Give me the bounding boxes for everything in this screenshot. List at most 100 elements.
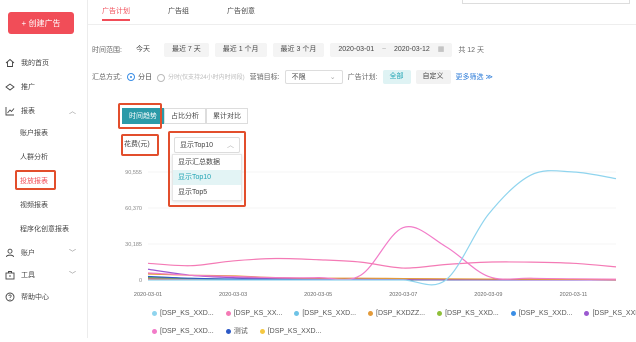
summary-label: 汇总方式:	[92, 74, 122, 81]
legend-item[interactable]: [DSP_KXDZZ...	[368, 310, 425, 317]
radio-by-hour-label: 分时(仅支持24小时内时间段)	[167, 75, 245, 82]
legend-item[interactable]: [DSP_KS_XXD...	[152, 328, 214, 335]
tab-cumulative-compare[interactable]: 累计对比	[206, 108, 248, 124]
sidebar-item-account[interactable]: 账户 ﹀	[0, 244, 88, 262]
legend-item[interactable]: [DSP_KS_XXD...	[294, 310, 356, 317]
sidebar-item-promote[interactable]: 推广	[0, 78, 88, 96]
highlight-box-delivery-report	[15, 170, 56, 190]
date-separator: ~	[382, 46, 387, 53]
legend-dot-icon	[259, 328, 265, 334]
y-tick-label: 0	[139, 278, 142, 284]
legend-label: [DSP_KS_XXD...	[267, 327, 322, 335]
y-tick-label: 90,555	[125, 170, 142, 176]
y-tick-label: 60,370	[125, 206, 142, 212]
legend-item[interactable]: [DSP_KS_XX...	[225, 309, 283, 317]
sidebar-subitem-audience[interactable]: 人群分析	[0, 148, 88, 166]
legend-label: [DSP_KS_XX...	[233, 309, 283, 317]
sidebar-item-tools[interactable]: 工具 ﹀	[0, 266, 88, 284]
radio-by-hour[interactable]: 分时(仅支持24小时内时间段)	[156, 72, 245, 82]
legend-dot-icon	[225, 328, 231, 334]
filter-row: 汇总方式: 分日 分时(仅支持24小时内时间段) 营销目标: 不限 ⌄ 广告计划…	[92, 70, 493, 84]
radio-by-day[interactable]: 分日	[126, 72, 152, 82]
sidebar-subitem-programmatic-report[interactable]: 程序化创意报表	[0, 220, 88, 238]
date-range-picker[interactable]: 2020-03-01 ~ 2020-03-12 ▦	[330, 43, 453, 57]
radio-off-icon	[156, 73, 165, 82]
legend-label: [DSP_KXDZZ...	[376, 309, 426, 317]
legend-label: [DSP_KS_XXD...	[160, 309, 214, 317]
legend-dot-icon	[294, 310, 300, 316]
legend-row: [DSP_KS_XXD... 测试 [DSP_KS_XXD...	[152, 324, 632, 338]
time-option-1m[interactable]: 最近 1 个月	[214, 43, 267, 57]
chevron-up-icon: ︿	[69, 108, 76, 115]
legend-dot-icon	[584, 310, 590, 316]
sidebar-item-label: 报表	[21, 108, 35, 115]
time-option-3m[interactable]: 最近 3 个月	[272, 43, 325, 57]
highlight-box-topn	[168, 131, 246, 207]
sidebar-item-help[interactable]: 帮助中心	[0, 288, 88, 306]
legend-item[interactable]: 测试	[225, 326, 248, 336]
sidebar-subitem-video-report[interactable]: 视频报表	[0, 196, 88, 214]
goal-label: 营销目标:	[249, 74, 280, 81]
legend-dot-icon	[437, 310, 443, 316]
highlight-box-time-trend	[118, 103, 162, 129]
sidebar: + 创建广告 我的首页 推广 报表 ︿ 账户报表 人群分析 投放报表 视频报表 …	[0, 0, 88, 338]
x-tick-label: 2020-03-07	[389, 292, 417, 298]
legend-label: [DSP_KS_XXD...	[592, 309, 636, 317]
legend-item[interactable]: [DSP_KS_XXD...	[152, 310, 214, 317]
plan-custom-button[interactable]: 自定义	[415, 70, 451, 84]
help-icon	[5, 292, 15, 302]
sidebar-item-home[interactable]: 我的首页	[0, 54, 88, 72]
legend-item[interactable]: [DSP_KS_XXD...	[259, 327, 322, 335]
plan-all-button[interactable]: 全部	[382, 70, 411, 84]
chart-icon	[5, 107, 15, 116]
create-ad-button[interactable]: + 创建广告	[8, 12, 74, 34]
ad-level-tabs: 广告计划 广告组 广告创意	[102, 0, 255, 22]
tab-divider	[88, 24, 636, 25]
chevron-down-icon: ⌄	[329, 74, 336, 81]
chevron-down-icon: ﹀	[69, 272, 76, 279]
user-icon	[6, 248, 14, 258]
time-option-7d[interactable]: 最近 7 天	[163, 43, 209, 57]
tab-ad-creative[interactable]: 广告创意	[227, 6, 255, 16]
series-line[interactable]	[147, 226, 617, 281]
target-icon	[5, 83, 15, 91]
more-filters-link[interactable]: 更多筛选 ≫	[456, 72, 493, 82]
x-tick-label: 2020-03-09	[474, 292, 502, 298]
legend-label: [DSP_KS_XXD...	[445, 309, 499, 317]
sidebar-item-label: 工具	[21, 272, 35, 279]
sidebar-item-label: 推广	[21, 84, 35, 91]
time-range-label: 时间范围:	[92, 47, 122, 54]
date-end: 2020-03-12	[394, 46, 430, 53]
legend-row: [DSP_KS_XXD... [DSP_KS_XX... [DSP_KS_XXD..…	[152, 306, 636, 320]
time-option-today[interactable]: 今天	[128, 43, 158, 57]
sidebar-item-reports[interactable]: 报表 ︿	[0, 102, 88, 120]
legend-item[interactable]: [DSP_KS_XXD...	[510, 310, 572, 317]
legend-item[interactable]: [DSP_KS_XXD...	[437, 310, 499, 317]
sidebar-subitem-account-report[interactable]: 账户报表	[0, 124, 88, 142]
legend-dot-icon	[225, 310, 231, 316]
radio-by-day-label: 分日	[137, 74, 152, 81]
tab-share-analysis[interactable]: 占比分析	[164, 108, 206, 124]
legend-item[interactable]: [DSP_KS_XXD...	[584, 310, 636, 317]
legend-label: 测试	[233, 328, 248, 335]
x-tick-label: 2020-03-05	[304, 292, 332, 298]
x-tick-label: 2020-03-01	[134, 292, 162, 298]
tab-ad-group[interactable]: 广告组	[168, 6, 189, 16]
goal-select[interactable]: 不限 ⌄	[284, 70, 343, 84]
highlight-box-metric	[121, 134, 159, 156]
legend-dot-icon	[368, 310, 374, 316]
time-range-row: 时间范围: 今天 最近 7 天 最近 1 个月 最近 3 个月 2020-03-…	[92, 43, 484, 57]
tab-ad-plan[interactable]: 广告计划	[102, 6, 130, 21]
sidebar-item-label: 我的首页	[21, 60, 49, 67]
legend-dot-icon	[152, 328, 157, 334]
sidebar-item-label: 账户	[21, 250, 35, 257]
sidebar-item-label: 帮助中心	[21, 294, 49, 301]
calendar-icon: ▦	[437, 46, 445, 53]
chart-legend: [DSP_KS_XXD... [DSP_KS_XX... [DSP_KS_XXD..…	[152, 306, 636, 342]
home-icon	[5, 58, 15, 67]
chevron-down-icon: ﹀	[69, 250, 76, 257]
plan-label: 广告计划:	[347, 74, 378, 81]
series-line[interactable]	[147, 257, 617, 269]
legend-dot-icon	[152, 310, 157, 316]
y-tick-label: 30,185	[125, 242, 142, 248]
